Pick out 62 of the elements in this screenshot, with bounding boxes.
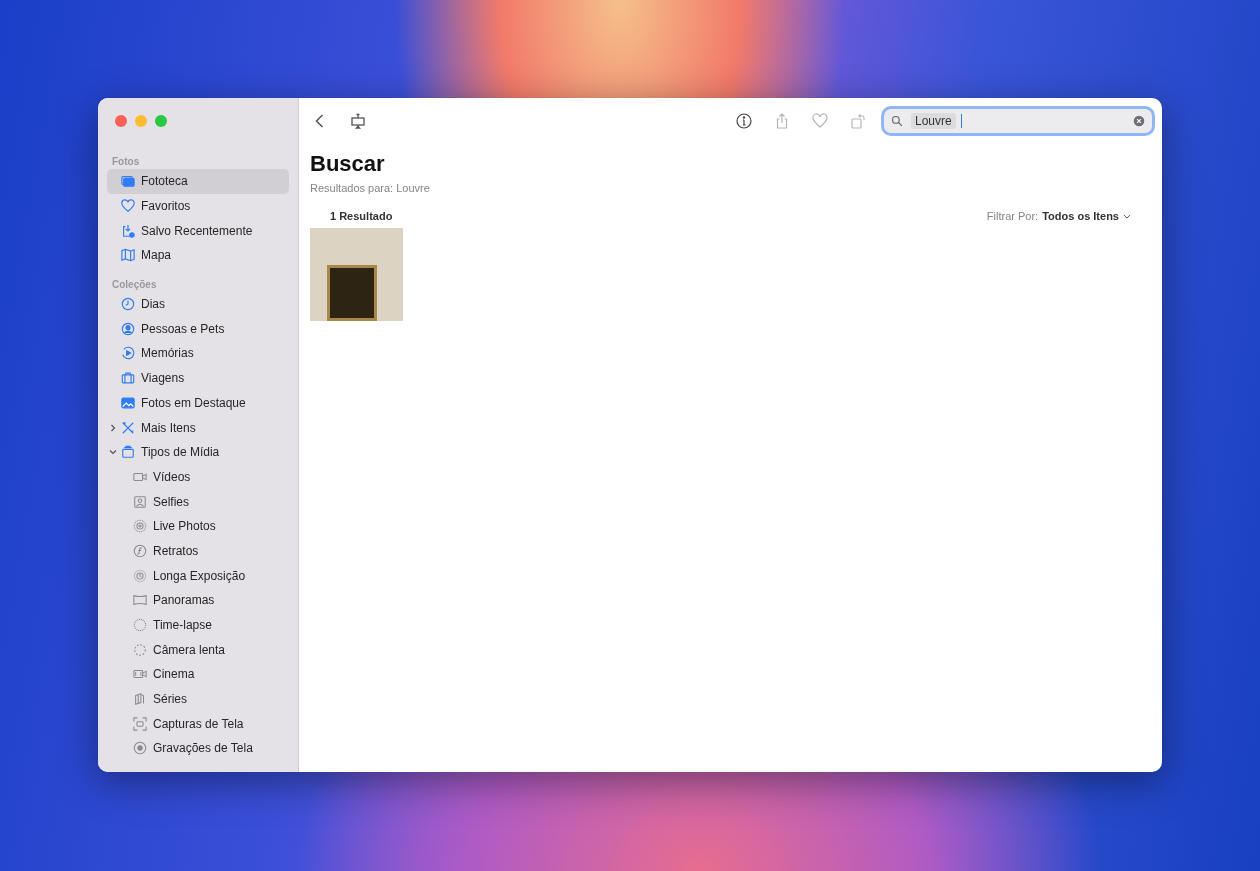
search-field[interactable]: Louvre — [884, 108, 1152, 133]
sidebar-item[interactable]: Fotos em Destaque — [107, 390, 289, 416]
sidebar-item[interactable]: Pessoas e Pets — [107, 316, 289, 342]
record-icon — [133, 741, 147, 756]
sidebar-item[interactable]: Selfies — [107, 489, 289, 514]
play-circle-icon — [121, 346, 135, 361]
stack-icon — [121, 445, 135, 460]
sidebar-item[interactable]: Vídeos — [107, 464, 289, 490]
info-icon[interactable] — [734, 112, 754, 129]
search-token[interactable]: Louvre — [911, 112, 956, 129]
sidebar-item[interactable]: Câmera lenta — [107, 637, 289, 663]
layers-icon — [133, 692, 147, 707]
filter-label: Filtrar Por: — [986, 210, 1039, 222]
sidebar-item[interactable]: Live Photos — [107, 513, 289, 539]
close-window-button[interactable] — [115, 115, 127, 127]
sidebar-item[interactable]: Longa Exposição — [107, 563, 289, 588]
sidebar-item[interactable]: Fototeca — [107, 169, 289, 194]
clear-search-icon[interactable] — [1133, 114, 1145, 127]
sidebar-item[interactable]: Panoramas — [107, 588, 289, 613]
sidebar-item[interactable]: Tipos de Mídia — [107, 439, 289, 465]
sidebar-item[interactable]: Séries — [107, 686, 289, 712]
heart-icon — [121, 199, 135, 214]
sidebar-item[interactable]: Time-lapse — [107, 612, 289, 638]
map-icon — [121, 248, 135, 263]
suitcase-icon — [121, 371, 135, 386]
sidebar-item[interactable]: Memórias — [107, 341, 289, 366]
sidebar-item[interactable]: Mais Itens — [107, 415, 289, 440]
results-subtitle: Resultados para: Louvre — [310, 182, 431, 194]
clock-icon — [121, 297, 135, 312]
sidebar-item[interactable]: Dias — [107, 291, 289, 317]
result-count: 1 Resultado — [330, 210, 394, 222]
portrait-icon — [133, 494, 147, 509]
sidebar-item[interactable]: Favoritos — [107, 193, 289, 219]
filter-dropdown[interactable]: Todos os Itens — [1042, 210, 1131, 222]
chevron-down-icon — [1123, 213, 1131, 219]
screenshot-icon — [133, 716, 147, 731]
f-circle-icon — [133, 543, 147, 558]
dotted-circle-icon — [133, 618, 147, 633]
sidebar-section-title: Fotos — [111, 155, 141, 169]
photo-placeholder[interactable] — [310, 228, 403, 321]
download-icon — [121, 223, 135, 238]
sidebar-item[interactable]: Mapa — [107, 243, 289, 268]
sidebar-item[interactable]: Retratos — [107, 538, 289, 564]
person-circle-icon — [121, 321, 135, 336]
sidebar-section-title: Coleções — [111, 277, 158, 292]
page-title: Buscar — [310, 151, 386, 177]
panorama-icon — [133, 593, 147, 608]
sidebar-item[interactable]: Salvo Recentemente — [107, 218, 289, 244]
disclosure-chevron-icon[interactable] — [109, 423, 117, 432]
dashed-circle-icon — [133, 642, 147, 657]
sidebar-item[interactable]: Cinema — [107, 662, 289, 687]
concentric-circles-icon — [133, 519, 147, 534]
tools-icon — [121, 420, 135, 435]
sidebar-item[interactable]: Viagens — [107, 365, 289, 391]
search-icon — [891, 114, 903, 127]
photos-icon — [121, 174, 135, 189]
disclosure-chevron-icon[interactable] — [109, 448, 117, 457]
slideshow-icon[interactable] — [348, 112, 368, 129]
timer-icon — [133, 568, 147, 583]
sidebar-item[interactable]: Gravações de Tela — [107, 736, 289, 761]
sidebar-item[interactable]: Capturas de Tela — [107, 711, 289, 737]
picture-icon — [121, 395, 135, 410]
